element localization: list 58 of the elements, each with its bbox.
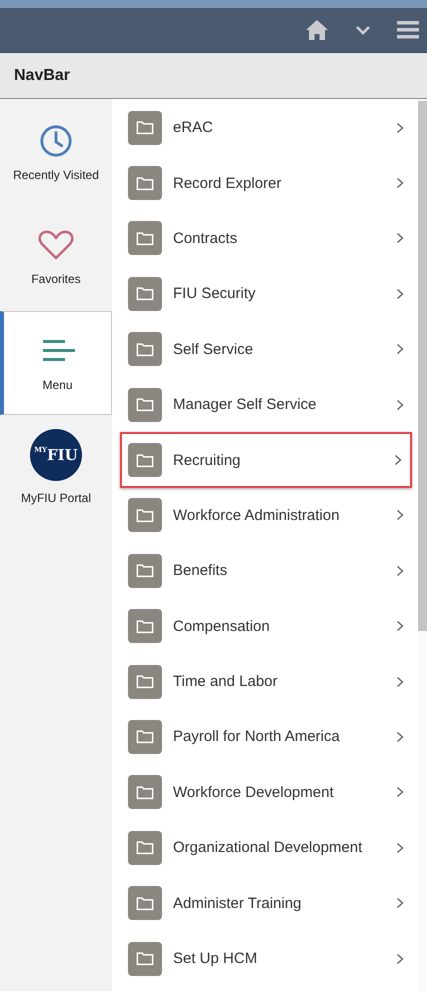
menu-item[interactable]: FIU Security [128,266,412,322]
menu-item[interactable]: Self Service [128,322,412,377]
chevron-right-icon [396,676,404,688]
chevron-right-icon [396,564,404,577]
chevron-right-icon [396,509,404,522]
folder-icon [128,166,162,200]
chevron-right-icon [394,454,402,466]
folder-icon [128,830,162,865]
sidebar-tile[interactable]: Recently Visited [0,101,112,205]
folder-icon [128,886,162,920]
chevron-right-icon [396,620,404,632]
clock-icon [38,124,74,158]
folder-icon [128,388,162,422]
chevron-right-icon [396,343,404,356]
chevron-right-icon [396,288,404,300]
chevron-right-icon [396,122,404,134]
chevron-right-icon [396,177,404,190]
menu-item[interactable]: Administer Training [128,875,412,931]
chevron-right-icon [396,897,404,910]
page-title: NavBar [14,66,70,84]
menu-item[interactable]: Workforce Administration [128,488,412,544]
menu-item[interactable]: Contracts [128,210,412,266]
menu-item[interactable]: Payroll for North America [128,709,412,765]
menu-item[interactable]: Workforce Development [128,764,412,820]
chevron-right-icon [396,786,404,798]
heart-icon [38,228,74,262]
folder-icon [128,332,162,366]
folder-icon [128,221,162,256]
chevron-right-icon [396,952,404,965]
chevron-right-icon [396,730,404,743]
folder-icon [128,609,162,644]
folder-icon [128,110,162,145]
folder-icon [128,664,162,699]
menu-item[interactable]: Recruiting [120,432,412,488]
chevron-right-icon [396,842,404,854]
folder-icon [128,276,162,311]
menu-item[interactable]: Time and Labor [128,654,412,710]
chevron-down-icon[interactable] [355,25,371,35]
menu-item[interactable]: Record Explorer [128,155,412,211]
home-icon[interactable] [305,19,329,41]
chevron-right-icon [396,398,404,411]
chevron-right-icon [396,232,404,244]
folder-icon [128,443,162,478]
folder-icon [128,775,162,810]
menu-item[interactable]: Organizational Development [128,820,412,876]
menu-icon[interactable] [397,21,419,39]
menu-item[interactable]: Benefits [128,543,412,599]
menu-item[interactable]: Compensation [128,598,412,654]
menu-item[interactable]: eRAC [128,100,412,156]
sidebar-tile[interactable]: Favorites [0,205,112,309]
menu-item[interactable]: Manager Self Service [128,376,412,432]
folder-icon [128,942,162,976]
folder-icon [128,720,162,754]
folder-icon [128,498,162,532]
folder-icon [128,554,162,588]
sidebar-tile[interactable]: Menu [0,311,112,415]
scrollbar[interactable] [418,99,427,991]
menu-item[interactable]: Set Up HCM [128,930,412,986]
